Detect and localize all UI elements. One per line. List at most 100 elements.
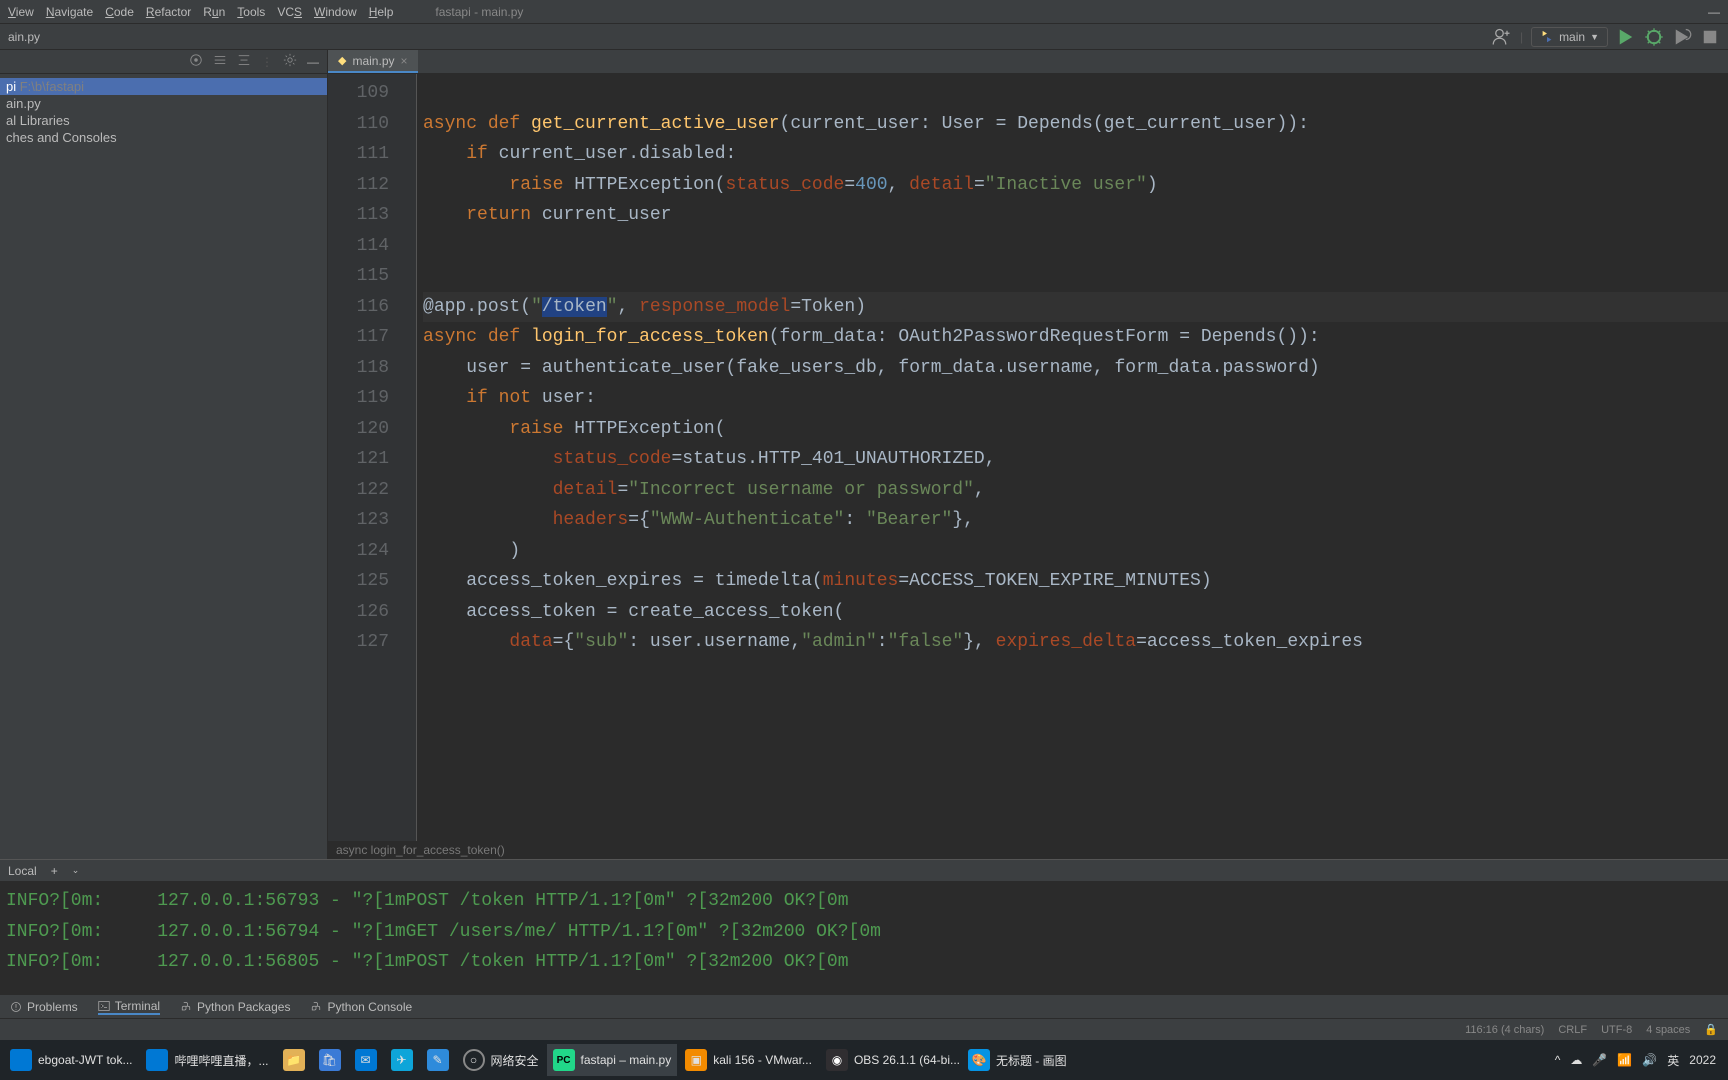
project-toolbar: ⋮ — <box>0 50 327 74</box>
menu-run[interactable]: Run <box>203 5 225 19</box>
taskbar-item[interactable]: 🛍 <box>313 1044 347 1076</box>
terminal-add-button[interactable]: + <box>51 864 58 878</box>
taskbar-item[interactable]: ✎ <box>421 1044 455 1076</box>
tray-ime-lang[interactable]: 英 <box>1667 1052 1679 1069</box>
taskbar-item-label: 网络安全 <box>491 1052 539 1069</box>
user-add-icon[interactable] <box>1492 27 1512 47</box>
menu-view[interactable]: View <box>8 5 34 19</box>
tab-label: main.py <box>352 54 394 68</box>
run-config-selector[interactable]: main ▼ <box>1531 27 1608 47</box>
menu-help[interactable]: Help <box>369 5 394 19</box>
tray-volume-icon[interactable]: 🔊 <box>1642 1053 1657 1067</box>
taskbar-app-icon: 🎨 <box>968 1049 990 1071</box>
taskbar-item-label: ebgoat-JWT tok... <box>38 1053 132 1067</box>
taskbar-item-label: fastapi – main.py <box>581 1053 672 1067</box>
python-file-icon: ◆ <box>338 54 346 67</box>
tray-date[interactable]: 2022 <box>1689 1053 1716 1067</box>
taskbar-app-icon: 📁 <box>283 1049 305 1071</box>
menu-bar: View Navigate Code Refactor Run Tools VC… <box>0 0 1728 24</box>
taskbar-item[interactable]: 哔哩哔哩直播，... <box>140 1044 274 1076</box>
taskbar-item[interactable]: ◉ OBS 26.1.1 (64-bi... <box>820 1044 960 1076</box>
taskbar-app-icon <box>146 1049 168 1071</box>
editor-breadcrumb[interactable]: async login_for_access_token() <box>328 841 1728 859</box>
tree-item-consoles[interactable]: ches and Consoles <box>0 129 327 146</box>
system-tray[interactable]: ^ ☁ 🎤 📶 🔊 英 2022 <box>1555 1052 1724 1069</box>
terminal-tab-local[interactable]: Local <box>8 864 37 878</box>
taskbar-item-label: 无标题 - 画图 <box>996 1052 1067 1069</box>
collapse-icon[interactable] <box>213 53 227 70</box>
window-title: fastapi - main.py <box>435 5 523 19</box>
menu-vcs[interactable]: VCS <box>277 5 302 19</box>
taskbar-item[interactable]: 🎨 无标题 - 画图 <box>962 1044 1073 1076</box>
taskbar-item[interactable]: PC fastapi – main.py <box>547 1044 678 1076</box>
menu-navigate[interactable]: Navigate <box>46 5 93 19</box>
chevron-down-icon: ▼ <box>1590 32 1599 42</box>
menu-window[interactable]: Window <box>314 5 357 19</box>
taskbar-item[interactable]: ebgoat-JWT tok... <box>4 1044 138 1076</box>
run-with-coverage-button[interactable] <box>1672 27 1692 47</box>
target-icon[interactable] <box>189 53 203 70</box>
terminal-output[interactable]: INFO?[0m: 127.0.0.1:56793 - "?[1mPOST /t… <box>0 882 1728 994</box>
editor-tabs: ◆ main.py × <box>328 50 1728 74</box>
taskbar-item[interactable]: ✈ <box>385 1044 419 1076</box>
menu-code[interactable]: Code <box>105 5 134 19</box>
taskbar-item[interactable]: 📁 <box>277 1044 311 1076</box>
terminal-pane: Local + ⌄ INFO?[0m: 127.0.0.1:56793 - "?… <box>0 859 1728 994</box>
tray-wifi-icon[interactable]: 📶 <box>1617 1053 1632 1067</box>
windows-taskbar: ebgoat-JWT tok... 哔哩哔哩直播，... 📁 🛍 ✉ ✈ ✎ ○ 网络安全 PC f… <box>0 1040 1728 1080</box>
breadcrumb-file[interactable]: ain.py <box>8 30 40 44</box>
tool-python-packages[interactable]: Python Packages <box>180 1000 290 1014</box>
tray-chevron-icon[interactable]: ^ <box>1555 1053 1561 1067</box>
menu-refactor[interactable]: Refactor <box>146 5 191 19</box>
status-bar: 116:16 (4 chars) CRLF UTF-8 4 spaces 🔒 <box>0 1018 1728 1040</box>
tab-main-py[interactable]: ◆ main.py × <box>328 50 418 73</box>
editor-area: ◆ main.py × 1091101111121131141151161171… <box>328 50 1728 859</box>
stop-button[interactable] <box>1700 27 1720 47</box>
fold-column <box>403 74 417 841</box>
bottom-tool-windows: Problems Terminal Python Packages Python… <box>0 994 1728 1018</box>
hide-icon[interactable]: — <box>307 55 319 69</box>
status-line-sep[interactable]: CRLF <box>1558 1024 1587 1036</box>
terminal-dropdown-icon[interactable]: ⌄ <box>72 865 80 876</box>
taskbar-app-icon: PC <box>553 1049 575 1071</box>
taskbar-app-icon <box>10 1049 32 1071</box>
taskbar-item[interactable]: ✉ <box>349 1044 383 1076</box>
debug-button[interactable] <box>1644 27 1664 47</box>
status-indent[interactable]: 4 spaces <box>1646 1024 1690 1036</box>
code-content[interactable]: async def get_current_active_user(curren… <box>417 74 1728 841</box>
taskbar-app-icon: ✉ <box>355 1049 377 1071</box>
taskbar-item-label: 哔哩哔哩直播，... <box>174 1052 268 1069</box>
nav-toolbar: ain.py | main ▼ <box>0 24 1728 50</box>
taskbar-app-icon: ◉ <box>826 1049 848 1071</box>
taskbar-item-label: kali 156 - VMwar... <box>713 1053 812 1067</box>
minimize-icon[interactable]: — <box>1708 5 1720 19</box>
run-button[interactable] <box>1616 27 1636 47</box>
taskbar-app-icon: ✎ <box>427 1049 449 1071</box>
taskbar-app-icon: ▣ <box>685 1049 707 1071</box>
lock-icon[interactable]: 🔒 <box>1704 1023 1718 1036</box>
project-root[interactable]: pi F:\b\fastapi <box>0 78 327 95</box>
taskbar-item[interactable]: ▣ kali 156 - VMwar... <box>679 1044 818 1076</box>
taskbar-app-icon: ✈ <box>391 1049 413 1071</box>
status-encoding[interactable]: UTF-8 <box>1601 1024 1632 1036</box>
close-icon[interactable]: × <box>401 54 408 68</box>
tool-python-console[interactable]: Python Console <box>310 1000 412 1014</box>
line-gutter: 1091101111121131141151161171181191201211… <box>328 74 403 841</box>
tool-problems[interactable]: Problems <box>10 1000 78 1014</box>
status-position[interactable]: 116:16 (4 chars) <box>1465 1024 1544 1036</box>
tree-item-libs[interactable]: al Libraries <box>0 112 327 129</box>
taskbar-item-label: OBS 26.1.1 (64-bi... <box>854 1053 960 1067</box>
gear-icon[interactable] <box>283 53 297 70</box>
expand-icon[interactable] <box>237 53 251 70</box>
taskbar-app-icon: ○ <box>463 1049 485 1071</box>
tree-item-main[interactable]: ain.py <box>0 95 327 112</box>
terminal-header: Local + ⌄ <box>0 860 1728 882</box>
project-pane: ⋮ — pi F:\b\fastapi ain.py al Libraries … <box>0 50 328 859</box>
menu-tools[interactable]: Tools <box>237 5 265 19</box>
tray-cloud-icon[interactable]: ☁ <box>1570 1053 1582 1067</box>
tool-terminal[interactable]: Terminal <box>98 999 160 1015</box>
taskbar-item[interactable]: ○ 网络安全 <box>457 1044 545 1076</box>
tray-mic-icon[interactable]: 🎤 <box>1592 1053 1607 1067</box>
project-tree: pi F:\b\fastapi ain.py al Libraries ches… <box>0 74 327 150</box>
editor-body[interactable]: 1091101111121131141151161171181191201211… <box>328 74 1728 841</box>
